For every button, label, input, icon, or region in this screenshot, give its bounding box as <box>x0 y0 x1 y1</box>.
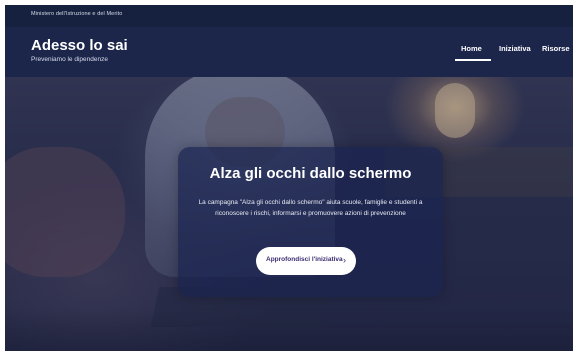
ministry-strip: Ministero dell'Istruzione e del Merito <box>5 5 573 27</box>
nav-item-home[interactable]: Home <box>461 44 482 53</box>
nav-active-indicator <box>455 59 491 61</box>
learn-more-button[interactable]: Approfondisci l'iniziativa › <box>256 247 356 275</box>
hero-section: Alza gli occhi dallo schermo La campagna… <box>5 77 573 351</box>
learn-more-label: Approfondisci l'iniziativa <box>266 256 343 263</box>
hero-title: Alza gli occhi dallo schermo <box>209 165 412 182</box>
page: Ministero dell'Istruzione e del Merito A… <box>5 5 573 351</box>
nav-item-iniziativa[interactable]: Iniziativa <box>499 44 531 53</box>
ministry-link[interactable]: Ministero dell'Istruzione e del Merito <box>31 11 122 17</box>
nav-item-risorse[interactable]: Risorse <box>542 44 570 53</box>
site-tagline: Preveniamo le dipendenze <box>31 56 108 63</box>
site-header: Adesso lo sai Preveniamo le dipendenze H… <box>5 27 573 77</box>
chevron-right-icon: › <box>343 255 346 265</box>
hero-card: Alza gli occhi dallo schermo La campagna… <box>178 147 443 297</box>
site-title[interactable]: Adesso lo sai <box>31 37 128 54</box>
hero-description: La campagna "Alza gli occhi dallo scherm… <box>198 199 423 217</box>
